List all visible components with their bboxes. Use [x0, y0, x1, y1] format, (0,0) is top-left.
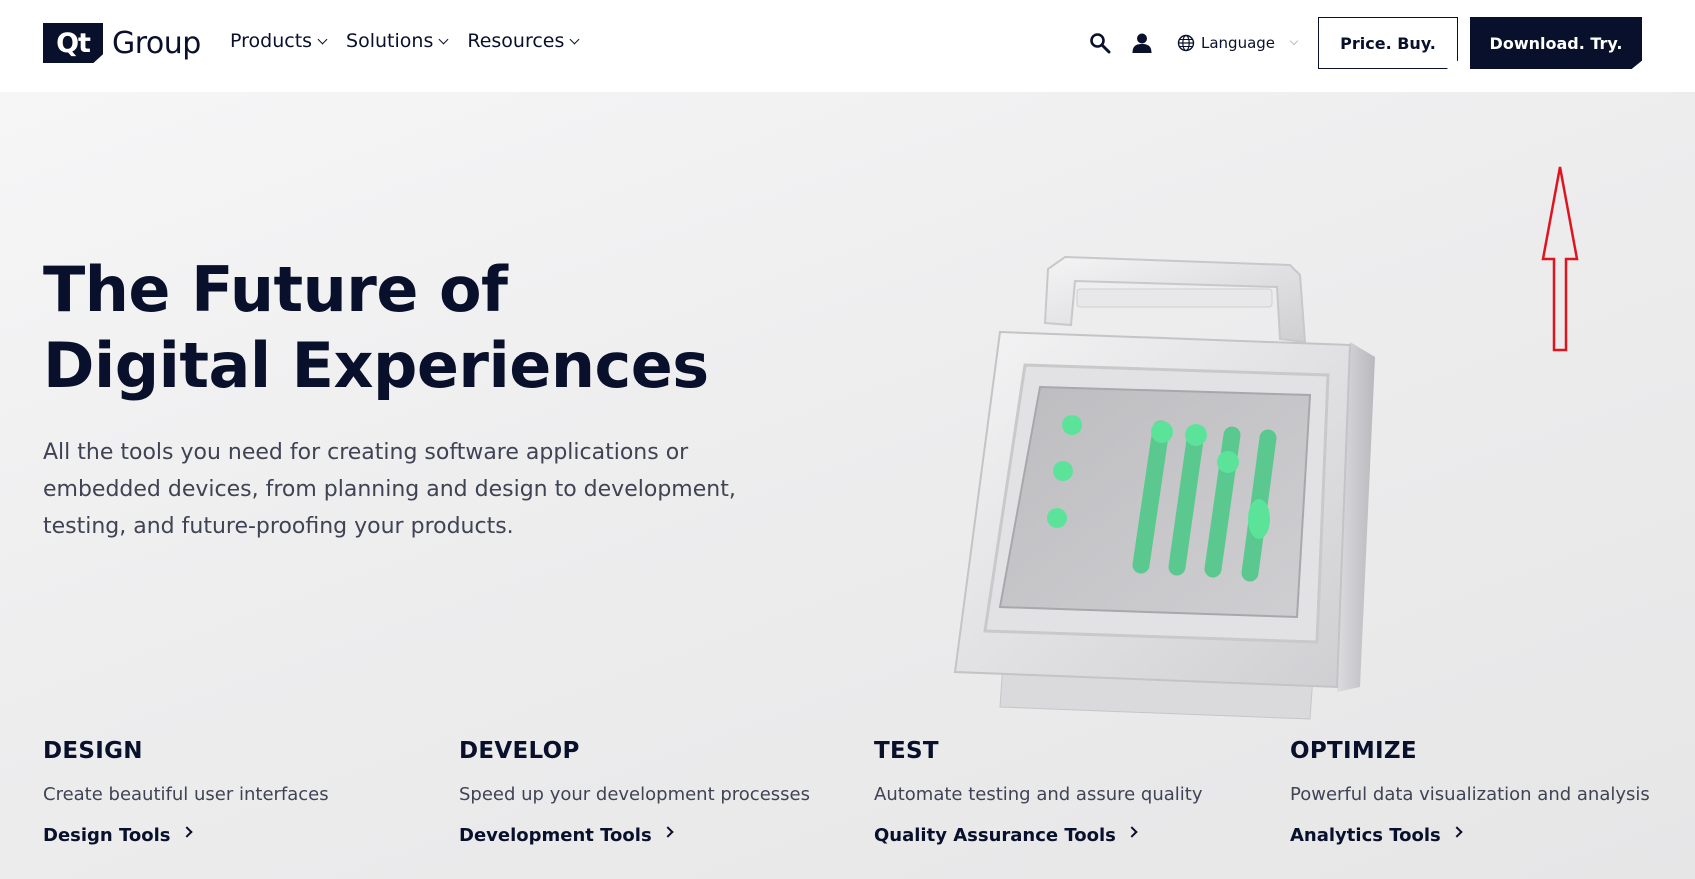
card-link-label: Analytics Tools [1290, 825, 1441, 846]
globe-icon [1177, 34, 1195, 52]
card-title: DESIGN [43, 738, 143, 764]
price-buy-button[interactable]: Price. Buy. [1318, 17, 1458, 69]
logo-mark: Qt [43, 23, 103, 63]
design-tools-link[interactable]: Design Tools [43, 825, 423, 846]
nav-solutions[interactable]: Solutions [346, 30, 449, 52]
chevron-right-icon [1126, 825, 1138, 838]
card-test: TEST Automate testing and assure quality… [874, 738, 1254, 846]
card-title: TEST [874, 738, 939, 764]
hero-title: The Future of Digital Experiences [43, 252, 743, 404]
card-description: Speed up your development processes [459, 784, 810, 805]
download-try-button[interactable]: Download. Try. [1470, 17, 1642, 69]
nav-products-label: Products [230, 30, 313, 52]
language-selector[interactable]: Language [1177, 34, 1299, 52]
card-optimize: OPTIMIZE Powerful data visualization and… [1290, 738, 1670, 846]
hero-title-line1: The Future of [43, 253, 508, 326]
site-header: Qt Group Products Solutions Resources La… [0, 0, 1695, 92]
chevron-down-icon [569, 34, 580, 44]
chevron-right-icon [662, 825, 674, 838]
language-label: Language [1201, 34, 1276, 52]
card-develop: DEVELOP Speed up your development proces… [459, 738, 839, 846]
card-link-label: Development Tools [459, 825, 652, 846]
logo-text: Group [112, 25, 201, 61]
annotation-arrow-icon [1541, 166, 1579, 352]
card-description: Create beautiful user interfaces [43, 784, 329, 805]
hero-title-line2: Digital Experiences [43, 329, 709, 402]
main-nav: Products Solutions Resources [230, 30, 580, 52]
search-icon [1090, 33, 1111, 54]
analytics-tools-link[interactable]: Analytics Tools [1290, 825, 1670, 846]
card-link-label: Design Tools [43, 825, 171, 846]
development-tools-link[interactable]: Development Tools [459, 825, 839, 846]
card-link-label: Quality Assurance Tools [874, 825, 1116, 846]
user-icon [1132, 33, 1152, 53]
nav-products[interactable]: Products [230, 30, 328, 52]
chevron-down-icon [317, 34, 328, 44]
hero-description: All the tools you need for creating soft… [43, 440, 736, 539]
chevron-right-icon [1451, 825, 1463, 838]
qt-group-logo[interactable]: Qt Group [43, 23, 201, 63]
device-illustration [953, 255, 1375, 720]
header-tools: Language [1085, 26, 1299, 60]
card-description: Automate testing and assure quality [874, 784, 1203, 805]
nav-solutions-label: Solutions [346, 30, 434, 52]
card-title: OPTIMIZE [1290, 738, 1417, 764]
quality-assurance-tools-link[interactable]: Quality Assurance Tools [874, 825, 1254, 846]
card-description: Powerful data visualization and analysis [1290, 784, 1650, 805]
chevron-right-icon [180, 825, 193, 838]
chevron-down-icon [438, 34, 449, 44]
account-button[interactable] [1127, 28, 1157, 58]
chevron-down-icon [1289, 36, 1299, 46]
search-button[interactable] [1085, 28, 1115, 58]
card-title: DEVELOP [459, 738, 580, 764]
nav-resources[interactable]: Resources [467, 30, 580, 52]
nav-resources-label: Resources [467, 30, 565, 52]
card-design: DESIGN Create beautiful user interfaces … [43, 738, 423, 846]
